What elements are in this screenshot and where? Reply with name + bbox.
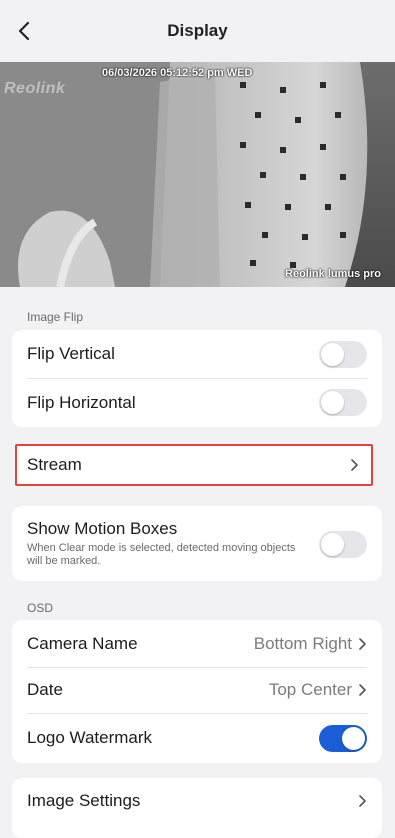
logo-watermark-row: Logo Watermark bbox=[12, 713, 382, 763]
osd-card: Camera Name Bottom Right Date Top Center… bbox=[12, 620, 382, 763]
section-label-image-flip: Image Flip bbox=[27, 310, 84, 324]
motion-card: Show Motion Boxes When Clear mode is sel… bbox=[12, 506, 382, 581]
chevron-right-icon bbox=[358, 683, 367, 697]
chevron-right-icon bbox=[350, 458, 359, 472]
motion-description: When Clear mode is selected, detected mo… bbox=[27, 542, 296, 567]
chevron-right-icon bbox=[358, 637, 367, 651]
camera-name-value: Bottom Right bbox=[253, 633, 352, 653]
camera-name-label: Camera Name bbox=[27, 633, 138, 653]
toggle-knob bbox=[342, 726, 365, 750]
toggle-knob bbox=[321, 391, 344, 414]
image-flip-card: Flip Vertical Flip Horizontal bbox=[12, 330, 382, 427]
image-settings-row[interactable]: Image Settings bbox=[12, 778, 382, 824]
flip-horizontal-row: Flip Horizontal bbox=[12, 378, 382, 427]
image-settings-card: Image Settings bbox=[12, 778, 382, 838]
logo-watermark-label: Logo Watermark bbox=[27, 728, 153, 747]
motion-label: Show Motion Boxes bbox=[27, 519, 178, 538]
chevron-right-icon bbox=[358, 794, 367, 808]
toggle-knob bbox=[321, 342, 344, 366]
flip-vertical-toggle[interactable] bbox=[319, 340, 367, 368]
motion-text: Show Motion Boxes When Clear mode is sel… bbox=[27, 519, 297, 568]
preview-timestamp: 06/03/2026 05:12:52 pm WED bbox=[102, 67, 253, 79]
flip-horizontal-label: Flip Horizontal bbox=[27, 392, 136, 412]
date-label: Date bbox=[27, 680, 63, 699]
section-label-osd: OSD bbox=[27, 601, 54, 615]
flip-vertical-label: Flip Vertical bbox=[27, 344, 115, 363]
date-row[interactable]: Date Top Center bbox=[12, 667, 382, 713]
page-title: Display bbox=[167, 21, 228, 40]
motion-toggle[interactable] bbox=[319, 531, 367, 558]
brand-watermark: Reolink bbox=[4, 80, 66, 97]
flip-horizontal-toggle[interactable] bbox=[319, 389, 367, 416]
camera-name-row[interactable]: Camera Name Bottom Right bbox=[12, 620, 382, 667]
stream-row[interactable]: Stream bbox=[15, 444, 373, 486]
stream-label: Stream bbox=[27, 455, 82, 474]
camera-preview: 06/03/2026 05:12:52 pm WED Reolink Reoli… bbox=[0, 62, 395, 287]
top-bar: Display bbox=[0, 0, 395, 62]
flip-vertical-row: Flip Vertical bbox=[12, 330, 382, 378]
toggle-knob bbox=[321, 533, 344, 556]
image-settings-label: Image Settings bbox=[27, 791, 141, 810]
date-value: Top Center bbox=[268, 680, 352, 699]
logo-watermark-toggle[interactable] bbox=[319, 724, 367, 752]
preview-model-label: Reolink lumus pro bbox=[285, 268, 381, 280]
